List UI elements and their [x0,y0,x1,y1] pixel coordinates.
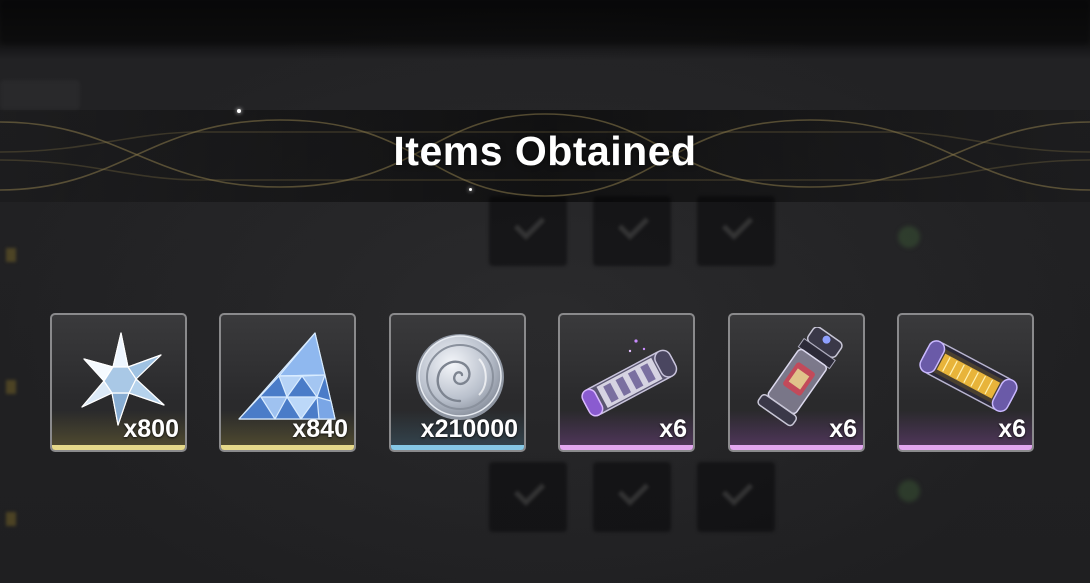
item-count: x800 [123,415,179,443]
background-chip [6,380,16,394]
page-title: Items Obtained [393,128,697,174]
sparkle-icon [237,109,241,113]
sparkle-icon [469,188,472,191]
rarity-bar [52,445,185,450]
item-count: x840 [292,415,348,443]
item-count: x210000 [420,415,518,443]
background-dot [898,226,920,248]
reward-item-purple-cylinder[interactable]: x6 [558,313,695,452]
background-check-icon [593,462,671,532]
reward-item-vial-canister[interactable]: x6 [728,313,865,452]
background-check-icon [697,462,775,532]
item-count: x6 [998,415,1026,443]
background-chip [6,512,16,526]
reward-screen[interactable]: Items Obtained x800 x840 x210000 x6 x6 x… [0,0,1090,583]
background-check-icon [489,462,567,532]
rarity-bar [391,445,524,450]
item-count: x6 [659,415,687,443]
background-header [0,0,1090,44]
reward-item-triangle-crystal[interactable]: x840 [219,313,356,452]
rarity-bar [730,445,863,450]
rarity-bar [560,445,693,450]
rarity-bar [221,445,354,450]
reward-list: x800 x840 x210000 x6 x6 x6 [50,313,1040,455]
background-dot [898,480,920,502]
rarity-bar [899,445,1032,450]
item-count: x6 [829,415,857,443]
background-chip [6,248,16,262]
reward-item-gold-capsule[interactable]: x6 [897,313,1034,452]
reward-item-silver-coin[interactable]: x210000 [389,313,526,452]
reward-item-star-crystal[interactable]: x800 [50,313,187,452]
